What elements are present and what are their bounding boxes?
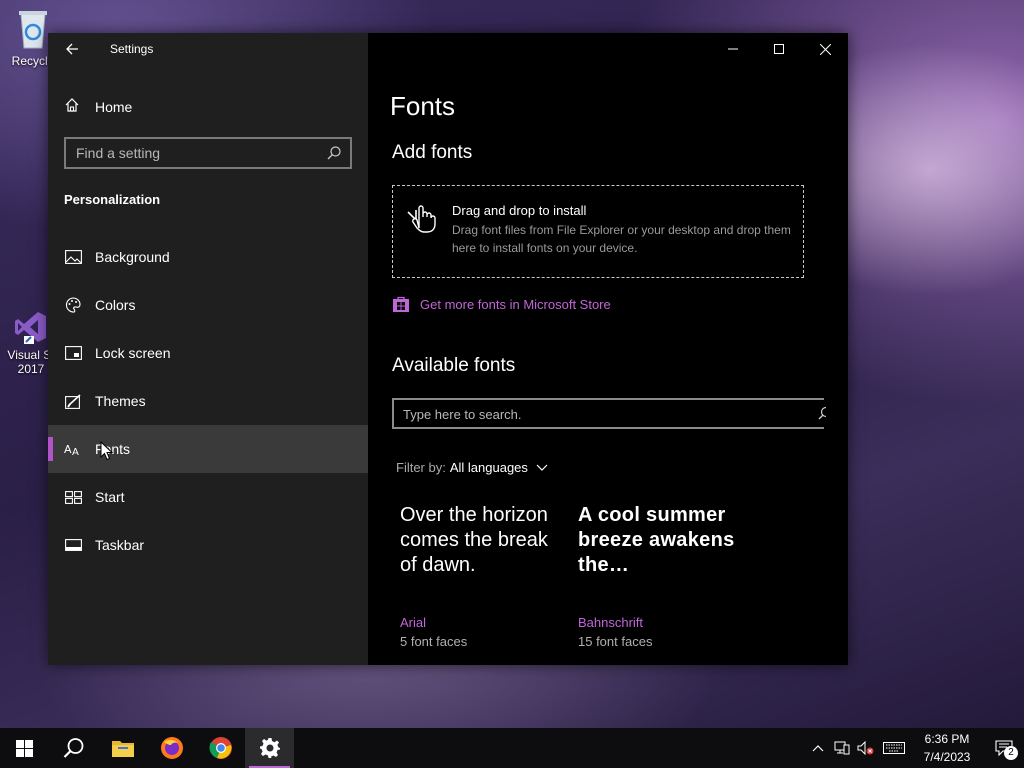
gear-icon — [259, 738, 280, 758]
title-bar[interactable]: Settings — [48, 33, 368, 65]
taskbar-icon — [64, 536, 82, 554]
search-icon[interactable] — [326, 145, 342, 161]
settings-window: Settings Home Personalization Background — [48, 33, 848, 665]
settings-sidebar: Settings Home Personalization Background — [48, 33, 368, 665]
font-card-arial[interactable]: Over the horizon comes the break of dawn… — [400, 503, 560, 649]
network-button[interactable] — [830, 728, 854, 768]
search-icon — [63, 738, 83, 758]
sidebar-item-fonts[interactable]: AA Fonts — [48, 425, 368, 473]
recycle-bin-icon — [13, 6, 53, 50]
palette-icon — [64, 296, 82, 314]
sidebar-item-label: Background — [95, 249, 170, 265]
mouse-cursor-icon — [100, 441, 114, 461]
svg-text:A: A — [72, 447, 79, 456]
visual-studio-icon — [14, 310, 48, 344]
add-fonts-heading: Add fonts — [392, 142, 473, 163]
hand-pointer-icon — [407, 205, 436, 233]
sidebar-item-label: Colors — [95, 297, 136, 313]
home-icon — [64, 97, 82, 118]
chevron-down-icon — [536, 464, 548, 471]
file-explorer-button[interactable] — [98, 728, 147, 768]
start-icon — [64, 488, 82, 506]
image-icon — [64, 248, 82, 266]
maximize-button[interactable] — [756, 33, 802, 65]
sidebar-item-label: Themes — [95, 393, 146, 409]
touch-keyboard-button[interactable] — [878, 728, 910, 768]
folder-icon — [111, 741, 134, 757]
font-sample-text: A cool summer breeze awakens the… — [578, 504, 735, 576]
settings-taskbar-button[interactable] — [245, 728, 294, 768]
taskbar-search-button[interactable] — [49, 728, 98, 768]
font-sample-text: Over the horizon comes the break of dawn… — [400, 504, 548, 576]
sidebar-item-themes[interactable]: Themes — [48, 377, 368, 425]
available-fonts-heading: Available fonts — [392, 355, 516, 376]
notification-count-badge: 2 — [1004, 746, 1018, 760]
section-title: Personalization — [64, 192, 161, 207]
app-title: Settings — [110, 42, 154, 56]
sidebar-item-taskbar[interactable]: Taskbar — [48, 521, 368, 569]
home-label: Home — [95, 99, 133, 115]
drop-zone-title: Drag and drop to install — [452, 203, 587, 218]
fonts-page: Fonts Add fonts Drag and drop to install… — [368, 33, 848, 665]
font-search-box[interactable] — [392, 398, 826, 429]
store-link-label: Get more fonts in Microsoft Store — [420, 296, 611, 312]
firefox-icon — [160, 737, 183, 759]
font-name: Bahnschrift — [578, 615, 644, 630]
back-button[interactable] — [60, 39, 84, 59]
font-face-count: 15 font faces — [578, 634, 653, 649]
volume-muted-icon — [857, 741, 874, 755]
drag-drop-zone[interactable]: Drag and drop to install Drag font files… — [392, 185, 804, 278]
sidebar-item-background[interactable]: Background — [48, 233, 368, 281]
windows-logo-icon — [16, 739, 33, 757]
home-link[interactable]: Home — [64, 96, 132, 118]
sidebar-item-lock-screen[interactable]: Lock screen — [48, 329, 368, 377]
language-filter[interactable]: Filter by: All languages — [396, 460, 548, 475]
store-bag-icon — [393, 296, 409, 312]
window-controls — [710, 33, 848, 65]
chrome-icon — [208, 737, 232, 759]
sidebar-item-colors[interactable]: Colors — [48, 281, 368, 329]
filter-label: Filter by: — [396, 460, 446, 475]
svg-text:A: A — [64, 443, 72, 456]
arrow-left-icon — [66, 43, 78, 55]
minimize-icon — [728, 48, 738, 50]
drop-zone-description: Drag font files from File Explorer or yo… — [452, 223, 791, 255]
close-button[interactable] — [802, 33, 848, 65]
sidebar-item-label: Lock screen — [95, 345, 171, 361]
chevron-up-icon — [812, 745, 824, 752]
network-icon — [834, 741, 850, 755]
firefox-button[interactable] — [147, 728, 196, 768]
show-hidden-icons-button[interactable] — [806, 728, 830, 768]
themes-icon — [64, 392, 82, 410]
minimize-button[interactable] — [710, 33, 756, 65]
action-center-button[interactable]: 2 — [984, 728, 1024, 768]
font-search-input[interactable] — [403, 405, 803, 423]
font-face-count: 5 font faces — [400, 634, 468, 649]
system-tray: 6:36 PM 7/4/2023 2 — [806, 728, 1024, 768]
personalization-nav: Background Colors Lock screen Themes A A… — [48, 233, 368, 569]
font-name: Arial — [400, 615, 427, 630]
filter-value: All languages — [449, 460, 528, 475]
keyboard-icon — [883, 742, 905, 754]
clock-date: 7/4/2023 — [923, 750, 971, 764]
clock-time: 6:36 PM — [924, 732, 970, 746]
maximize-icon — [774, 44, 784, 54]
lock-screen-icon — [64, 344, 82, 362]
font-card-bahnschrift[interactable]: A cool summer breeze awakens the… Bahnsc… — [578, 503, 738, 649]
sidebar-item-label: Start — [95, 489, 125, 505]
search-icon[interactable] — [816, 406, 826, 422]
chrome-button[interactable] — [196, 728, 245, 768]
clock[interactable]: 6:36 PM 7/4/2023 — [910, 730, 984, 766]
microsoft-store-link[interactable]: Get more fonts in Microsoft Store — [392, 295, 611, 313]
sidebar-item-start[interactable]: Start — [48, 473, 368, 521]
page-title: Fonts — [390, 91, 456, 121]
start-button[interactable] — [0, 728, 49, 768]
fonts-icon: AA — [64, 440, 82, 458]
find-setting-input[interactable] — [76, 144, 326, 162]
close-icon — [819, 43, 831, 55]
find-setting-box[interactable] — [64, 137, 352, 169]
volume-button[interactable] — [854, 728, 878, 768]
sidebar-item-label: Taskbar — [95, 537, 145, 553]
taskbar: 6:36 PM 7/4/2023 2 — [0, 728, 1024, 768]
